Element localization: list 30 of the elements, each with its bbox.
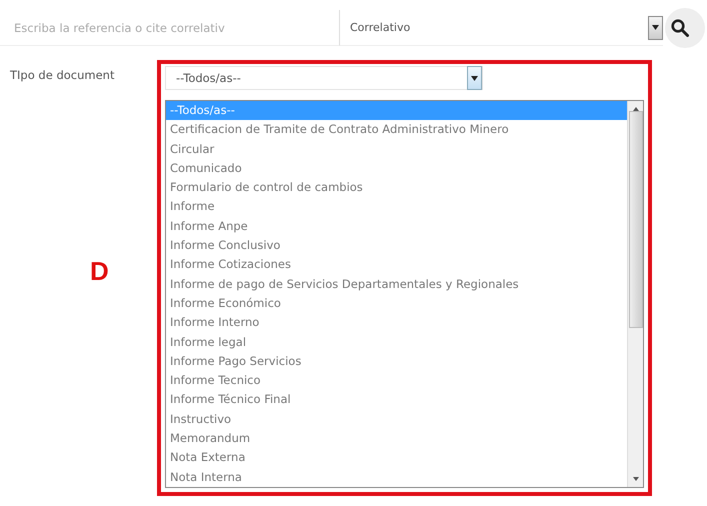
annotation-letter: D (90, 256, 109, 287)
dropdown-option[interactable]: Informe Pago Servicios (166, 352, 627, 372)
dropdown-option[interactable]: Nota Externa (166, 448, 627, 468)
scroll-up-arrow-icon[interactable] (632, 107, 638, 111)
search-by-select[interactable]: Correlativo (340, 10, 663, 46)
field-label: TIpo de document (10, 68, 114, 82)
dropdown-option[interactable]: Informe Económico (166, 294, 627, 314)
dropdown-option[interactable]: Informe Anpe (166, 216, 627, 236)
scrollbar[interactable] (627, 101, 643, 487)
dropdown-option[interactable]: Circular (166, 140, 627, 159)
dropdown-option[interactable]: Comunicado (166, 158, 627, 178)
dropdown-option[interactable]: Instructivo (166, 410, 627, 430)
dropdown-option[interactable]: Informe legal (166, 332, 627, 352)
dropdown-option[interactable]: Informe Técnico Final (166, 390, 627, 410)
dropdown-option[interactable]: Informe Cotizaciones (166, 255, 627, 275)
dropdown-option[interactable]: Informe Tecnico (166, 371, 627, 390)
dropdown-option[interactable]: Informe (166, 197, 627, 217)
dropdown-option[interactable]: Informe Interno (166, 313, 627, 333)
search-button[interactable] (665, 8, 705, 48)
dropdown-option[interactable]: Informe de pago de Servicios Departamentales y Regionales (166, 274, 627, 294)
dropdown-option[interactable]: Formulario de control de cambios (166, 178, 627, 198)
dropdown-option[interactable]: --Todos/as-- (166, 101, 627, 120)
scroll-down-arrow-icon[interactable] (632, 477, 638, 481)
document-type-select[interactable]: --Todos/as-- (165, 66, 483, 90)
dropdown-option[interactable]: Memorandum (166, 429, 627, 448)
dropdown-option[interactable]: Informe Conclusivo (166, 236, 627, 256)
dropdown-option[interactable]: Certificacion de Tramite de Contrato Administrativo Minero (166, 120, 627, 140)
search-icon (671, 19, 689, 37)
search-field[interactable]: Escriba la referencia o cite correlativ (0, 10, 340, 46)
dropdown-option[interactable]: Nota Interna (166, 468, 627, 487)
